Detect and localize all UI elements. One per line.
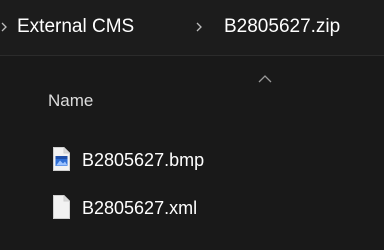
chevron-right-icon[interactable] [193, 21, 205, 33]
document-file-icon [53, 195, 70, 219]
chevron-right-icon[interactable] [0, 21, 10, 33]
file-name: B2805627.bmp [82, 150, 205, 170]
file-list: Name B2805627.bmp B2805627.xml [0, 56, 384, 250]
breadcrumb: External CMS B2805627.zip [0, 0, 384, 56]
file-explorer-window: External CMS B2805627.zip Name B2805627.… [0, 0, 384, 250]
scrollbar[interactable] [370, 56, 384, 250]
list-item[interactable]: B2805627.bmp [48, 145, 368, 175]
breadcrumb-item-zip[interactable]: B2805627.zip [224, 14, 340, 40]
sort-ascending-icon [258, 75, 272, 83]
column-header-label: Name [48, 91, 94, 110]
bitmap-file-icon [53, 147, 70, 171]
file-name: B2805627.xml [82, 198, 198, 218]
column-header-name[interactable]: Name [48, 89, 368, 115]
list-item[interactable]: B2805627.xml [48, 193, 368, 223]
breadcrumb-item-external-cms[interactable]: External CMS [17, 14, 134, 40]
